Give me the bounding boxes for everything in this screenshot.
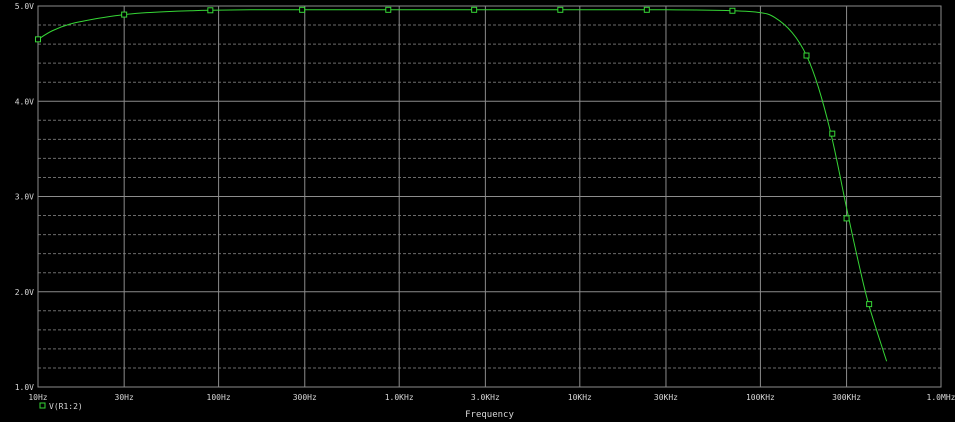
- x-tick-label: 10Hz: [28, 393, 47, 402]
- legend-marker-icon: [39, 402, 46, 409]
- y-tick-label: 1.0V: [15, 383, 34, 392]
- y-axis-ticks: 1.0V 2.0V 3.0V 4.0V 5.0V: [15, 2, 34, 392]
- x-tick-label: 3.0KHz: [471, 393, 500, 402]
- data-point-marker[interactable]: [121, 11, 128, 18]
- x-axis-label: Frequency: [465, 410, 514, 420]
- y-tick-label: 4.0V: [15, 97, 34, 106]
- x-tick-label: 1.0KHz: [385, 393, 414, 402]
- data-point-marker[interactable]: [866, 301, 873, 308]
- x-tick-label: 300KHz: [832, 393, 861, 402]
- y-tick-label: 5.0V: [15, 2, 34, 11]
- x-tick-label: 1.0MHz: [927, 393, 955, 402]
- legend[interactable]: V(R1:2): [39, 402, 83, 411]
- data-point-marker[interactable]: [829, 130, 836, 137]
- data-point-marker[interactable]: [803, 52, 810, 59]
- data-point-marker[interactable]: [843, 215, 850, 222]
- x-tick-label: 10KHz: [568, 393, 592, 402]
- x-tick-label: 30Hz: [115, 393, 134, 402]
- x-tick-label: 100Hz: [207, 393, 231, 402]
- probe-plot: 10Hz 30Hz 100Hz 300Hz 1.0KHz 3.0KHz 10KHz 30KHz…: [15, 2, 955, 420]
- y-tick-label: 3.0V: [15, 193, 34, 202]
- data-point-marker[interactable]: [471, 6, 478, 13]
- legend-label[interactable]: V(R1:2): [49, 402, 83, 411]
- data-point-marker[interactable]: [207, 7, 214, 14]
- x-tick-label: 30KHz: [654, 393, 678, 402]
- data-point-marker[interactable]: [35, 36, 41, 43]
- data-point-marker[interactable]: [643, 6, 650, 13]
- data-point-marker[interactable]: [729, 7, 736, 14]
- x-axis-ticks: 10Hz 30Hz 100Hz 300Hz 1.0KHz 3.0KHz 10KHz 30KHz…: [28, 393, 955, 402]
- data-point-marker[interactable]: [385, 6, 392, 13]
- x-tick-label: 100KHz: [746, 393, 775, 402]
- x-tick-label: 300Hz: [293, 393, 317, 402]
- data-point-marker[interactable]: [557, 6, 564, 13]
- data-point-marker[interactable]: [299, 6, 306, 13]
- y-tick-label: 2.0V: [15, 288, 34, 297]
